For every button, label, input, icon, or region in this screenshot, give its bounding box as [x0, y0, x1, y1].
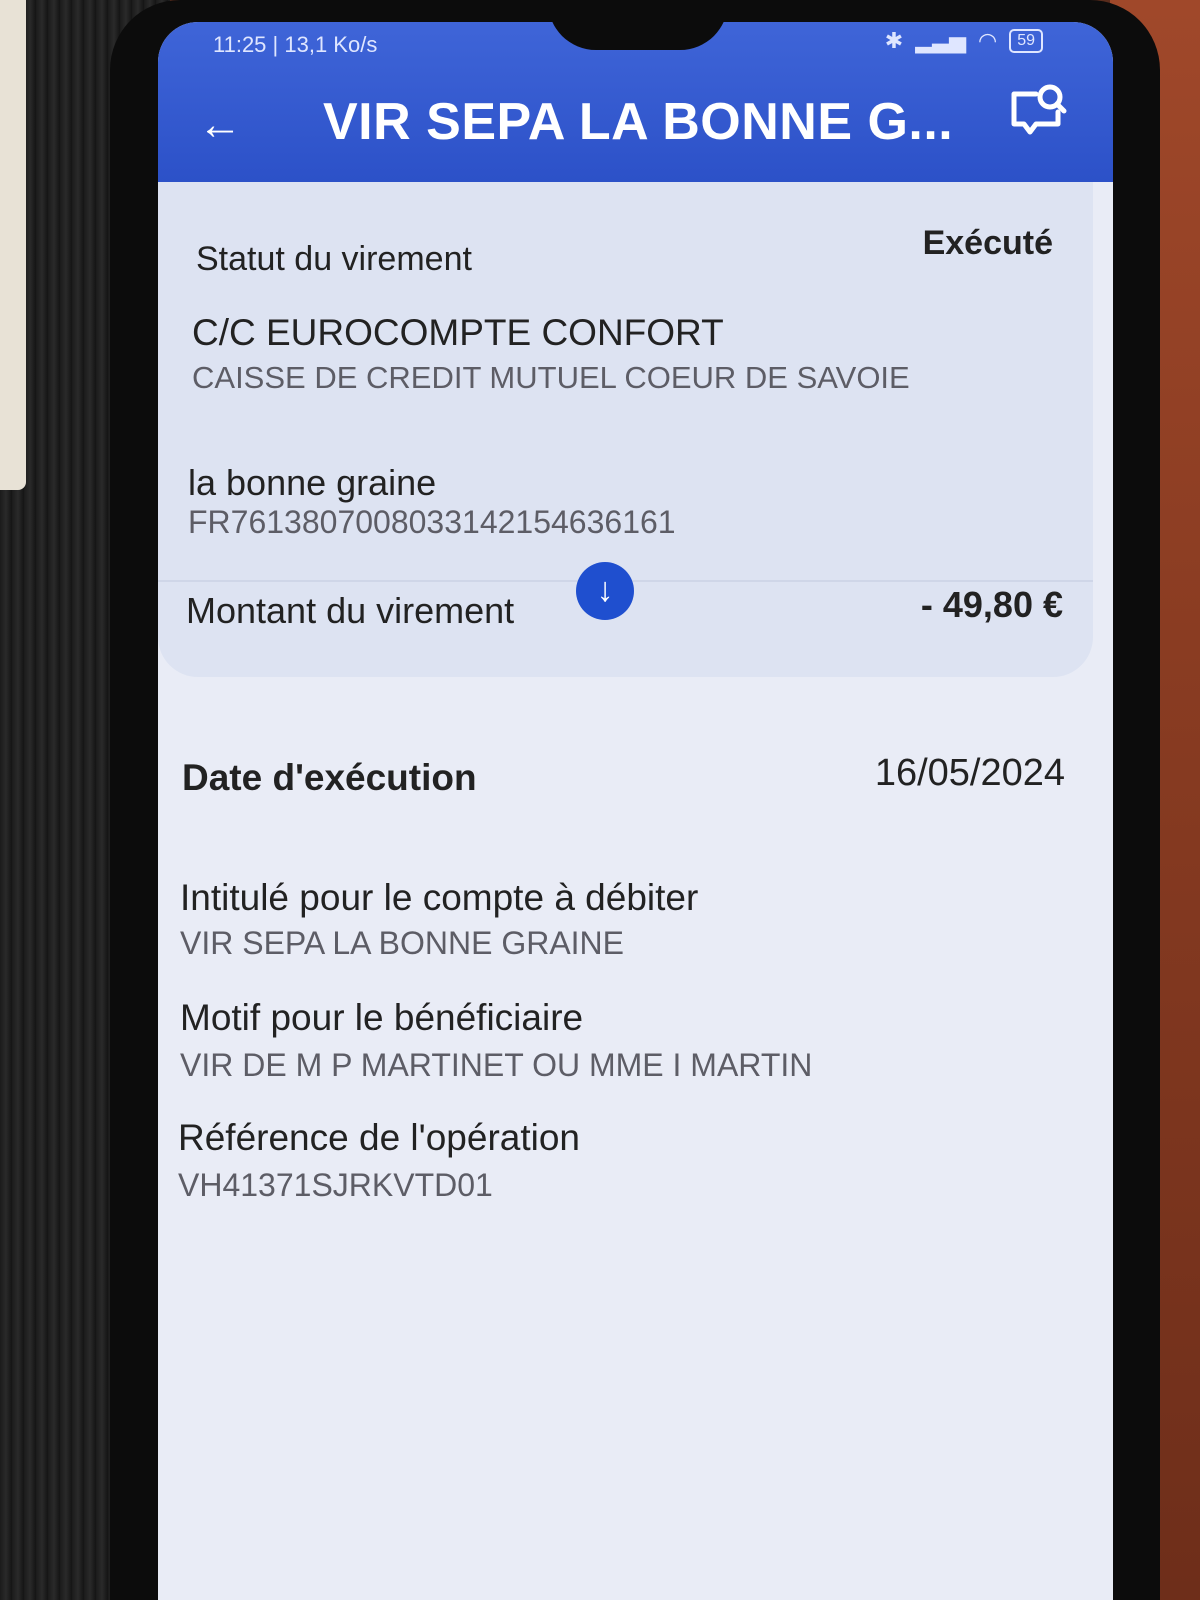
motif-value: VIR DE M P MARTINET OU MME I MARTIN [180, 1047, 813, 1083]
beneficiary-name: la bonne graine [188, 462, 437, 503]
debit-label: Intitulé pour le compte à débiter [180, 877, 699, 918]
signal-icon: ▂▃▅ [915, 28, 966, 53]
bluetooth-icon: ✱ [884, 28, 904, 53]
phone-screen: 11:25 | 13,1 Ko/s ✱ ▂▃▅ ◠ 59 ← VIR SEPA … [158, 22, 1113, 1600]
wifi-icon: ◠ [978, 28, 998, 53]
motif-label: Motif pour le bénéficiaire [180, 997, 584, 1038]
arrow-down-icon[interactable]: ↓ [576, 562, 634, 620]
reference-value: VH41371SJRKVTD01 [178, 1167, 493, 1203]
status-label: Statut du virement [196, 240, 472, 278]
transfer-summary-card: Statut du virement Exécuté C/C EUROCOMPT… [158, 182, 1093, 677]
background-paper [0, 0, 26, 490]
source-bank-name: CAISSE DE CREDIT MUTUEL COEUR DE SAVOIE [192, 360, 910, 395]
battery-icon: 59 [1009, 29, 1043, 53]
back-arrow-icon[interactable]: ← [198, 100, 242, 150]
app-header: 11:25 | 13,1 Ko/s ✱ ▂▃▅ ◠ 59 ← VIR SEPA … [158, 22, 1113, 182]
source-account-name: C/C EUROCOMPTE CONFORT [192, 312, 724, 353]
execution-date-label: Date d'exécution [182, 757, 477, 798]
amount-value: - 49,80 € [920, 584, 1063, 625]
chat-search-icon[interactable] [1006, 80, 1068, 140]
reference-label: Référence de l'opération [178, 1117, 580, 1158]
amount-label: Montant du virement [186, 590, 515, 631]
beneficiary-iban: FR7613807008033142154636161 [188, 504, 676, 540]
status-value: Exécuté [922, 224, 1053, 262]
status-icons: ✱ ▂▃▅ ◠ 59 [885, 28, 1043, 54]
page-title: VIR SEPA LA BONNE G... [323, 93, 954, 151]
execution-date-value: 16/05/2024 [874, 752, 1065, 794]
status-time: 11:25 | 13,1 Ko/s [213, 32, 378, 57]
camera-notch [548, 22, 728, 50]
debit-value: VIR SEPA LA BONNE GRAINE [180, 925, 624, 961]
